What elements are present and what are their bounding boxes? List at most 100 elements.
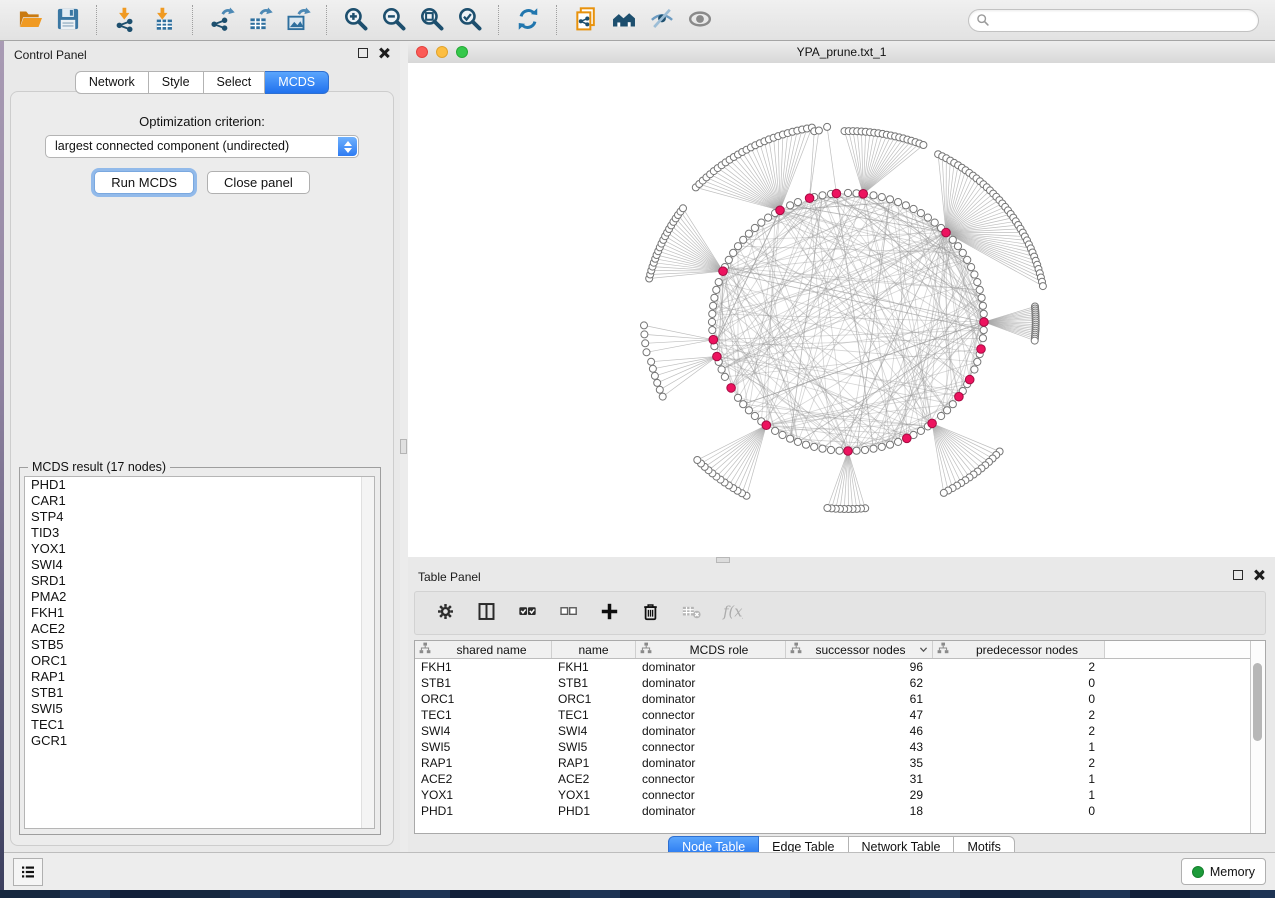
delete-row-icon [640,601,661,625]
deselect-all-button[interactable] [556,601,580,625]
close-panel-button[interactable]: Close panel [207,171,310,194]
network-window-titlebar[interactable]: YPA_prune.txt_1 [408,41,1275,64]
table-cell: 2 [933,723,1105,739]
table-cell: 1 [933,739,1105,755]
export-table-button[interactable] [244,4,276,36]
settings-button[interactable] [433,601,457,625]
optimization-criterion-select[interactable]: largest connected component (undirected) [45,135,359,158]
vertical-splitter-handle[interactable] [400,439,407,454]
float-panel-icon[interactable] [358,48,368,58]
tab-mcds[interactable]: MCDS [265,71,329,94]
node-table: shared namenameMCDS rolesuccessor nodesp… [414,640,1266,834]
table-row[interactable]: TEC1TEC1connector472 [415,707,1265,723]
toolbar-separator [192,5,194,35]
table-row[interactable]: RAP1RAP1dominator352 [415,755,1265,771]
table-row[interactable]: SWI5SWI5connector431 [415,739,1265,755]
table-row[interactable]: ORC1ORC1dominator610 [415,691,1265,707]
task-history-button[interactable] [13,858,43,886]
hide-selected-icon [649,6,675,35]
mcds-list-scrollbar[interactable] [361,477,374,828]
table-cell: 1 [933,771,1105,787]
zoom-selected-button[interactable] [454,4,486,36]
zoom-fit-icon [419,6,445,35]
mcds-result-item[interactable]: PMA2 [25,589,374,605]
mcds-result-item[interactable]: CAR1 [25,493,374,509]
column-header-shared-name[interactable]: shared name [415,641,552,658]
import-table-button[interactable] [148,4,180,36]
table-row[interactable]: YOX1YOX1connector291 [415,787,1265,803]
network-graph[interactable] [408,63,1275,557]
column-header-successor-nodes[interactable]: successor nodes [786,641,933,658]
mcds-result-item[interactable]: TID3 [25,525,374,541]
save-button[interactable] [52,4,84,36]
mcds-result-item[interactable]: TEC1 [25,717,374,733]
mcds-result-item[interactable]: STB1 [25,685,374,701]
memory-button[interactable]: Memory [1181,858,1266,885]
mcds-result-item[interactable]: RAP1 [25,669,374,685]
table-row[interactable]: PHD1PHD1dominator180 [415,803,1265,819]
mcds-result-item[interactable]: PHD1 [25,477,374,493]
mcds-result-item[interactable]: GCR1 [25,733,374,749]
table-cell: PHD1 [415,803,552,819]
tab-style[interactable]: Style [149,71,204,94]
hide-selected-button[interactable] [646,4,678,36]
table-row[interactable]: FKH1FKH1dominator962 [415,659,1265,675]
mcds-result-item[interactable]: FKH1 [25,605,374,621]
search-input[interactable] [968,9,1259,32]
table-scrollbar[interactable] [1250,641,1265,833]
mcds-result-item[interactable]: YOX1 [25,541,374,557]
add-row-button[interactable] [597,601,621,625]
import-network-button[interactable] [110,4,142,36]
mcds-result-item[interactable]: SRD1 [25,573,374,589]
mcds-result-item[interactable]: STB5 [25,637,374,653]
table-cell: 18 [786,803,933,819]
table-cell: 0 [933,803,1105,819]
mcds-result-title: MCDS result (17 nodes) [28,460,170,474]
zoom-fit-button[interactable] [416,4,448,36]
mcds-result-item[interactable]: STP4 [25,509,374,525]
column-header-predecessor-nodes[interactable]: predecessor nodes [933,641,1105,658]
table-cell: dominator [636,691,786,707]
select-all-button[interactable] [515,601,539,625]
column-menu-chevron-icon[interactable] [919,643,928,657]
column-header-name[interactable]: name [552,641,636,658]
show-columns-icon [476,601,497,625]
open-button[interactable] [14,4,46,36]
tree-icon [640,642,652,657]
float-table-panel-icon[interactable] [1233,570,1243,580]
table-row[interactable]: SWI4SWI4dominator462 [415,723,1265,739]
show-all-button[interactable] [684,4,716,36]
tab-select[interactable]: Select [204,71,266,94]
first-neighbors-button[interactable] [608,4,640,36]
export-image-icon [285,6,311,35]
table-cell: RAP1 [415,755,552,771]
clone-network-button[interactable] [570,4,602,36]
table-row[interactable]: STB1STB1dominator620 [415,675,1265,691]
show-columns-button[interactable] [474,601,498,625]
network-canvas[interactable] [408,63,1275,557]
tree-icon [937,642,949,657]
mcds-result-item[interactable]: ORC1 [25,653,374,669]
table-row[interactable]: ACE2ACE2connector311 [415,771,1265,787]
toolbar-separator [326,5,328,35]
close-table-panel-icon[interactable] [1253,569,1265,581]
refresh-button[interactable] [512,4,544,36]
delete-table-button [679,601,703,625]
deselect-all-icon [558,601,579,625]
tab-network[interactable]: Network [75,71,149,94]
close-panel-icon[interactable] [378,47,390,59]
zoom-in-button[interactable] [340,4,372,36]
column-header-MCDS-role[interactable]: MCDS role [636,641,786,658]
export-image-button[interactable] [282,4,314,36]
table-scrollbar-thumb[interactable] [1253,663,1262,741]
delete-row-button[interactable] [638,601,662,625]
export-network-button[interactable] [206,4,238,36]
mcds-result-item[interactable]: ACE2 [25,621,374,637]
export-network-icon [209,6,235,35]
table-cell: dominator [636,803,786,819]
zoom-out-button[interactable] [378,4,410,36]
mcds-result-item[interactable]: SWI4 [25,557,374,573]
run-mcds-button[interactable]: Run MCDS [94,171,194,194]
mcds-result-item[interactable]: SWI5 [25,701,374,717]
tree-icon [790,642,802,657]
